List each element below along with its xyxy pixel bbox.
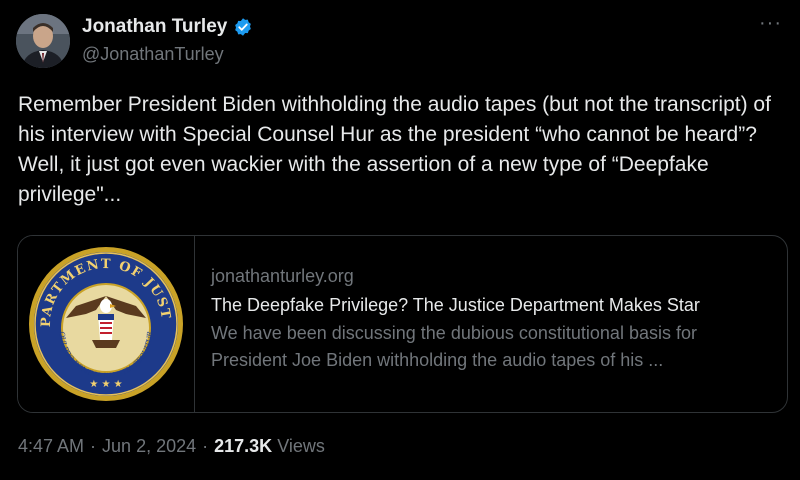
tweet-meta: 4:47 AM · Jun 2, 2024 · 217.3K Views xyxy=(18,436,325,457)
link-card-title[interactable]: The Deepfake Privilege? The Justice Depa… xyxy=(211,292,787,318)
tweet-date[interactable]: Jun 2, 2024 xyxy=(102,436,196,457)
tweet-text: Remember President Biden withholding the… xyxy=(18,93,777,206)
views-label: Views xyxy=(277,436,325,456)
link-card[interactable]: DEPARTMENT OF JUSTICE QUI PRO DOMINA JUS… xyxy=(17,235,788,413)
meta-separator: · xyxy=(202,436,209,456)
author-display-name[interactable]: Jonathan Turley xyxy=(82,16,227,38)
link-card-body[interactable]: jonathanturley.org The Deepfake Privileg… xyxy=(195,236,787,412)
author-handle[interactable]: @JonathanTurley xyxy=(82,44,224,65)
avatar-photo xyxy=(16,14,70,68)
tweet-time[interactable]: 4:47 AM xyxy=(18,436,84,457)
meta-separator: · xyxy=(90,436,97,456)
avatar[interactable] xyxy=(16,14,70,68)
link-card-thumbnail[interactable]: DEPARTMENT OF JUSTICE QUI PRO DOMINA JUS… xyxy=(18,236,195,412)
views-count[interactable]: 217.3K xyxy=(214,436,272,456)
svg-text:★ ★ ★: ★ ★ ★ xyxy=(89,379,122,390)
more-options-icon[interactable]: ··· xyxy=(759,12,782,35)
verified-badge-icon[interactable] xyxy=(233,17,253,37)
link-card-description: We have been discussing the dubious cons… xyxy=(211,323,697,370)
link-card-domain: jonathanturley.org xyxy=(211,266,354,286)
author-name-row: Jonathan Turley xyxy=(82,16,253,38)
doj-seal-icon: DEPARTMENT OF JUSTICE QUI PRO DOMINA JUS… xyxy=(26,244,183,401)
